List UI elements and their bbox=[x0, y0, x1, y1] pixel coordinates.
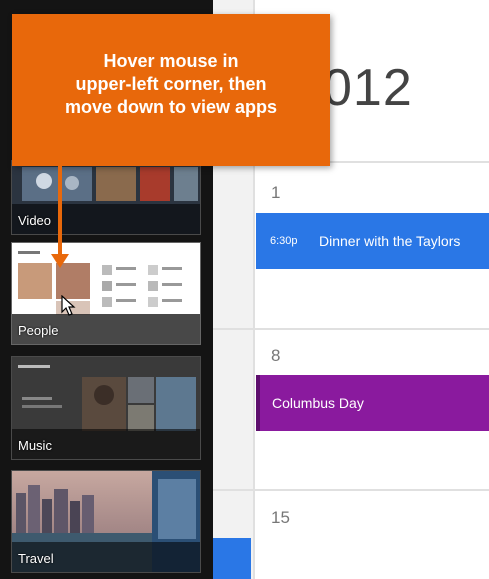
app-tile-people[interactable]: People bbox=[11, 242, 201, 345]
callout-text-line: upper-left corner, then bbox=[75, 74, 267, 94]
app-tile-video[interactable]: Video bbox=[11, 160, 201, 235]
calendar-day-number[interactable]: 8 bbox=[271, 346, 280, 366]
mouse-cursor-icon bbox=[61, 295, 76, 316]
app-tile-label: Video bbox=[18, 213, 52, 228]
calendar-gridline bbox=[213, 328, 489, 330]
event-time: 6:30p bbox=[270, 235, 298, 247]
calendar-day-number[interactable]: 1 bbox=[271, 183, 280, 203]
callout-arrow bbox=[58, 166, 62, 256]
app-tile-travel[interactable]: Travel bbox=[11, 470, 201, 573]
calendar-year: 012 bbox=[323, 59, 413, 117]
calendar-gridline bbox=[213, 489, 489, 491]
calendar-event[interactable]: Columbus Day bbox=[256, 375, 489, 431]
app-tile-music[interactable]: Music bbox=[11, 356, 201, 460]
instruction-callout: Hover mouse in upper-left corner, then m… bbox=[12, 14, 330, 166]
callout-text-line: Hover mouse in bbox=[103, 51, 239, 71]
calendar-event[interactable]: 6:30p Dinner with the Taylors bbox=[256, 213, 489, 269]
event-title: Columbus Day bbox=[272, 395, 364, 411]
arrow-down-icon bbox=[51, 254, 69, 268]
app-tile-label: People bbox=[18, 323, 59, 338]
callout-text-line: move down to view apps bbox=[64, 97, 278, 117]
app-tile-label: Music bbox=[18, 438, 52, 453]
calendar-day-number[interactable]: 15 bbox=[271, 508, 290, 528]
event-title: Dinner with the Taylors bbox=[319, 233, 461, 249]
app-tile-label: Travel bbox=[18, 551, 54, 566]
